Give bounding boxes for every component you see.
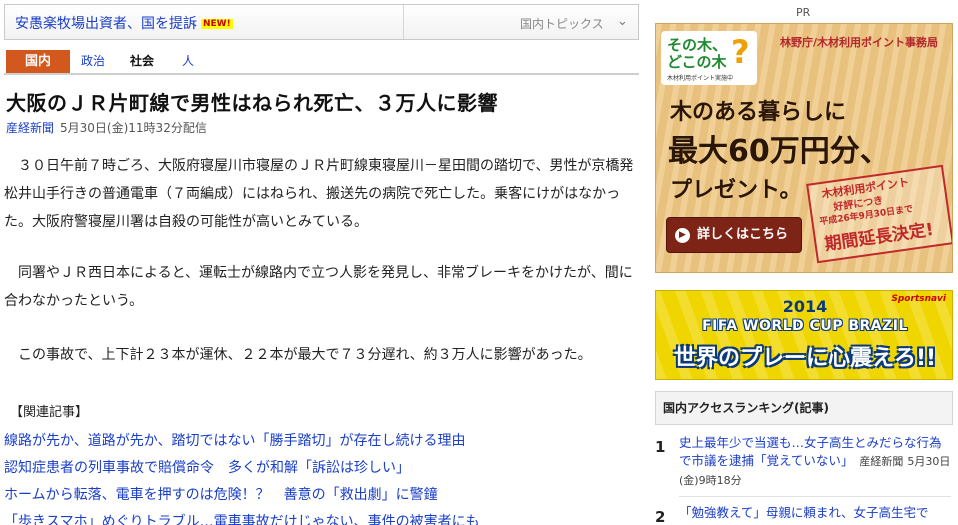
banner-tagline: 世界のプレーに心震えろ!!: [673, 346, 937, 371]
ranking-item: 史上最年少で当選も…女子高生とみだらな行為で市議を逮捕「覚えていない」 産経新聞 …: [679, 434, 951, 490]
play-arrow-icon: ▶: [675, 228, 690, 243]
ranking-divider: [679, 496, 951, 497]
ranking-item-source: 産経新聞: [859, 455, 904, 468]
ranking-item-link[interactable]: 「勉強教えて」母親に頼まれ、女子高生宅で: [679, 505, 929, 520]
ad-copy-line-1: 木のある暮らしに: [670, 100, 847, 125]
tab-domestic[interactable]: 国内: [6, 50, 70, 73]
ranking-item: 「勉強教えて」母親に頼まれ、女子高生宅で: [679, 504, 951, 522]
article-title: 大阪のＪＲ片町線で男性はねられ死亡、３万人に影響: [6, 91, 498, 115]
category-tabs: 国内 政治 社会 人: [4, 50, 639, 75]
logo-line-2: どこの木: [667, 53, 727, 71]
chevron-down-icon[interactable]: ⌄: [617, 14, 628, 29]
topics-bar: 安愚楽牧場出資者、国を提訴 NEW! 国内トピックス ⌄: [4, 4, 639, 40]
article-paragraph: ３０日午前７時ごろ、大阪府寝屋川市寝屋のＪＲ片町線東寝屋川－星田間の踏切で、男性…: [4, 158, 634, 230]
topic-headline-text: 安愚楽牧場出資者、国を提訴: [15, 16, 197, 32]
access-ranking-heading: 国内アクセスランキング(記事): [655, 391, 953, 425]
related-article-link[interactable]: 線路が先か、道路が先か、踏切ではない「勝手踏切」が存在し続ける理由: [4, 430, 465, 450]
topics-bar-divider: [403, 5, 404, 39]
ad-copy-line-2: 最大60万円分、: [668, 134, 890, 169]
topics-dropdown-label[interactable]: 国内トピックス: [520, 15, 604, 32]
ranking-number: 2: [655, 508, 666, 525]
ad-details-button-label: 詳しくはこちら: [697, 227, 789, 242]
banner-year: 2014: [782, 297, 828, 316]
wood-campaign-logo: その木、 どこの木 ? 木材利用ポイント実施中: [661, 31, 757, 85]
new-badge: NEW!: [201, 19, 233, 29]
article-source-link[interactable]: 産経新聞: [6, 121, 54, 135]
article-paragraph: この事故で、上下計２３本が運休、２２本が最大で７３分遅れ、約３万人に影響があった…: [4, 347, 592, 363]
topic-headline-link[interactable]: 安愚楽牧場出資者、国を提訴 NEW!: [15, 13, 233, 33]
question-mark-icon: ?: [731, 33, 750, 71]
tab-politics[interactable]: 政治: [81, 50, 105, 73]
pr-label: PR: [796, 6, 811, 19]
ad-organization: 林野庁/木材利用ポイント事務局: [780, 36, 939, 49]
related-article-link[interactable]: 認知症患者の列車事故で賠償命令 多くが和解「訴訟は珍しい」: [4, 457, 410, 477]
ad-copy-line-3: プレゼント。: [670, 178, 802, 203]
ranking-item-link[interactable]: 史上最年少で当選も…女子高生とみだらな行為で市議を逮捕「覚えていない」: [679, 435, 942, 468]
logo-subtitle: 木材利用ポイント実施中: [667, 75, 734, 82]
article-meta: 産経新聞 5月30日(金)11時32分配信: [6, 119, 207, 136]
ad-details-button[interactable]: ▶ 詳しくはこちら: [666, 217, 802, 253]
wood-point-banner-ad[interactable]: その木、 どこの木 ? 木材利用ポイント実施中 林野庁/木材利用ポイント事務局 …: [655, 23, 953, 273]
related-article-link[interactable]: 「歩きスマホ」めぐりトラブル…電車事故だけじゃない、事件の被害者にも: [4, 511, 480, 525]
article-paragraph: 同署やＪＲ西日本によると、運転士が線路内で立つ人影を発見し、非常ブレーキをかけた…: [4, 265, 633, 309]
tab-society[interactable]: 社会: [130, 50, 154, 73]
tab-people[interactable]: 人: [182, 50, 194, 73]
ranking-number: 1: [655, 438, 666, 456]
article-date: 5月30日(金)11時32分配信: [60, 121, 207, 135]
banner-title: FIFA WORLD CUP BRAZIL: [702, 318, 908, 334]
related-articles-heading: 【関連記事】: [10, 405, 89, 420]
related-article-link[interactable]: ホームから転落、電車を押すのは危険！？ 善意の「救出劇」に警鐘: [4, 484, 438, 504]
world-cup-banner-ad[interactable]: Sportsnavi 2014 FIFA WORLD CUP BRAZIL 世界…: [655, 290, 953, 380]
